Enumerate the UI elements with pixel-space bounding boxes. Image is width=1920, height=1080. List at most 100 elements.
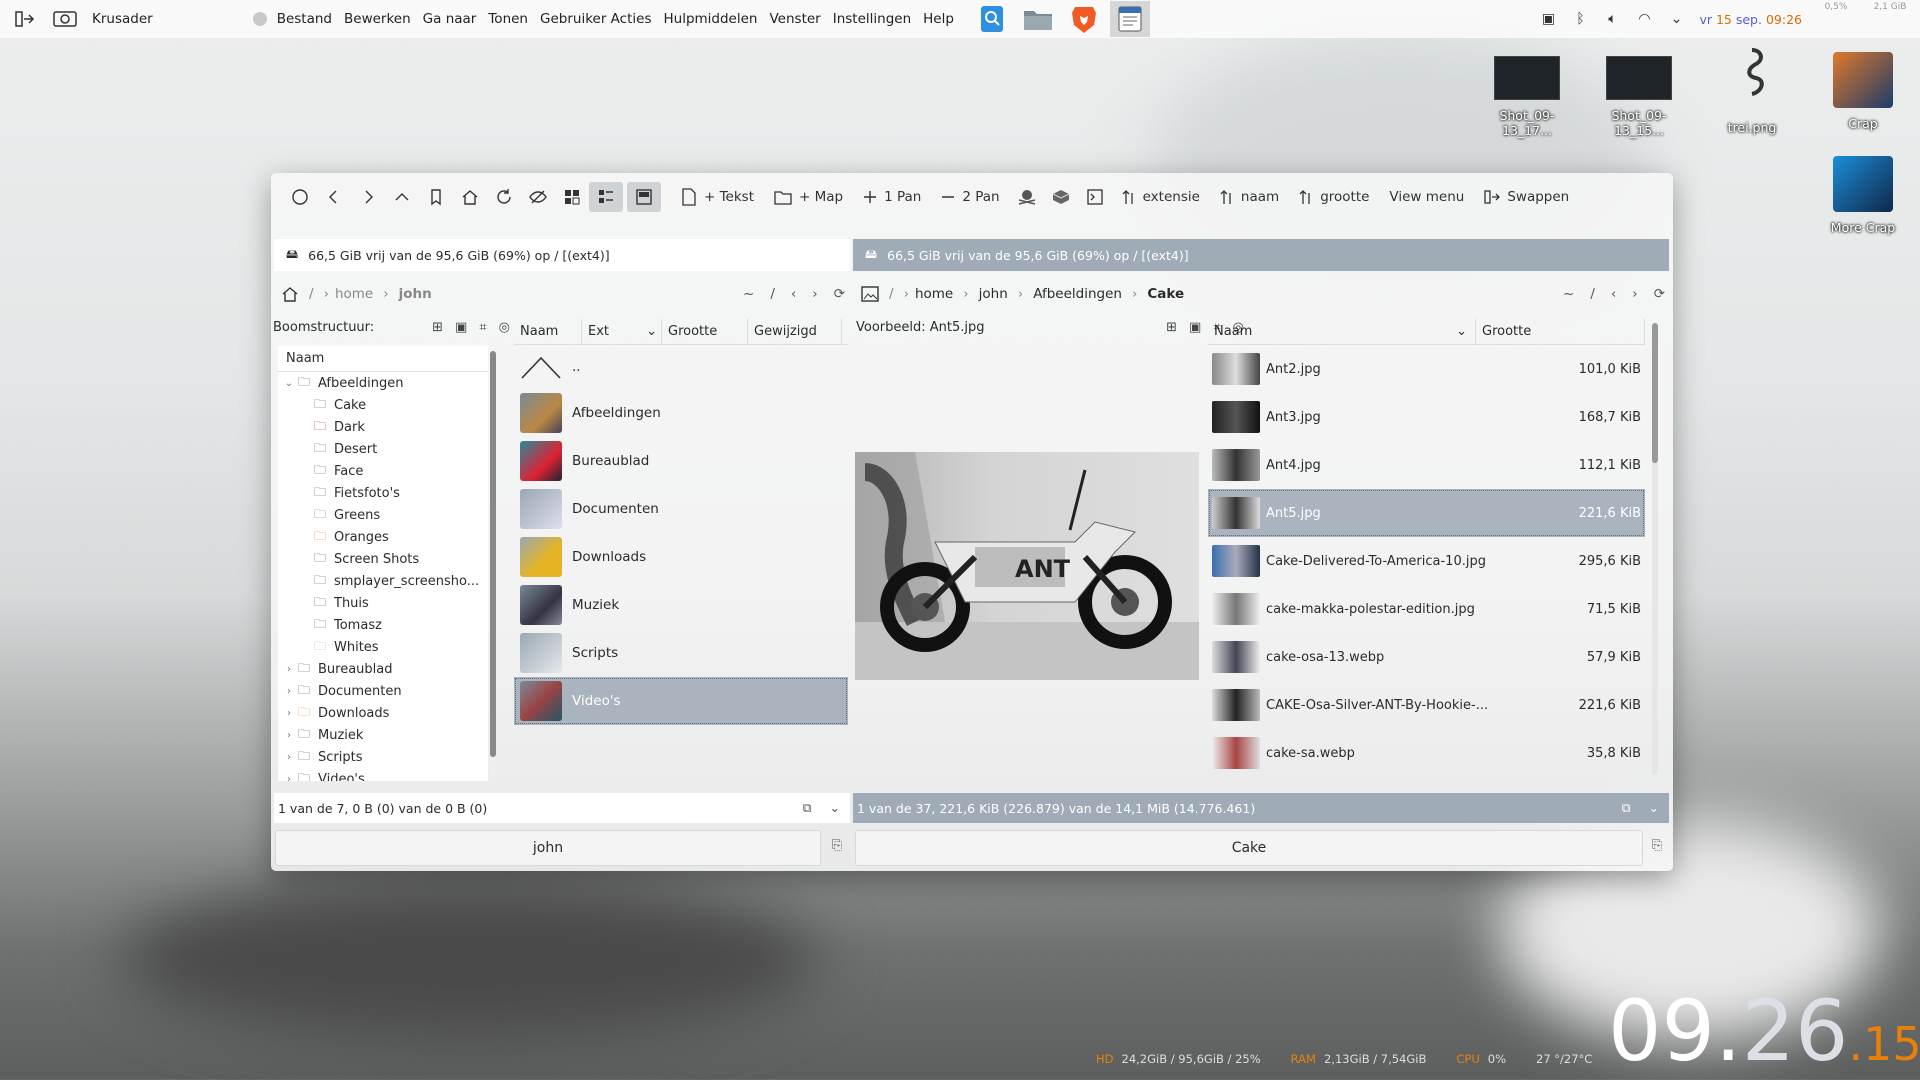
root-mode-icon[interactable] [1010,182,1044,212]
desktop-icon-more-crap[interactable]: More Crap [1813,156,1913,235]
breadcrumb-afbeeldingen[interactable]: Afbeeldingen [1033,286,1122,302]
tree-item[interactable]: ⌄ 🗀︎ Afbeeldingen [278,372,488,394]
new-text-button[interactable]: + Tekst [671,182,764,212]
clipboard-icon[interactable]: ▣ [1539,10,1557,28]
file-row[interactable]: cake-sa.webp 35,8 KiB [1208,729,1645,777]
launcher-krusader[interactable] [1109,1,1150,37]
file-row[interactable]: cake-makka-polestar-edition.jpg 71,5 KiB [1208,585,1645,633]
sort-size-button[interactable]: grootte [1289,182,1379,212]
tree-item[interactable]: 🗀︎ Whites [278,636,488,658]
breadcrumb-home[interactable]: home [335,286,373,302]
new-tab-icon[interactable]: ⎘ [1647,838,1667,858]
right-scrollbar-thumb[interactable] [1652,323,1658,463]
left-free-space-bar[interactable]: 🖴︎ 66,5 GiB vrij van de 95,6 GiB (69%) o… [274,239,850,271]
column-grootte[interactable]: Grootte [1476,319,1645,344]
file-row[interactable]: Scripts [514,629,848,677]
tree-item[interactable]: 🗀︎ Cake [278,394,488,416]
two-pane-button[interactable]: 2 Pan [931,182,1009,212]
copy-icon[interactable]: ⧉ [803,800,812,816]
root-shortcut-button[interactable]: / [1590,286,1595,302]
chevron-right-icon[interactable]: › [282,774,296,782]
menu-bestand[interactable]: Bestand [277,11,332,27]
forward-icon[interactable]: › [1632,286,1637,302]
refresh-icon[interactable] [487,182,521,212]
tree-item[interactable]: › 🗀︎ Documenten [278,680,488,702]
target-icon[interactable]: ◎ [499,320,510,335]
menu-venster[interactable]: Venster [769,11,820,27]
home-shortcut-button[interactable]: ~ [1563,286,1574,302]
view-menu-button[interactable]: View menu [1379,182,1474,212]
forward-icon[interactable]: › [812,286,817,302]
chevron-down-icon[interactable]: ⌄ [830,800,840,816]
tree-item[interactable]: 🗀︎ Face [278,460,488,482]
breadcrumb-john[interactable]: john [399,286,432,302]
home-icon[interactable] [453,182,487,212]
screenshot-icon[interactable] [52,6,78,32]
chevron-right-icon[interactable]: › [282,708,296,719]
tree-item[interactable]: 🗀︎ smplayer_screensho... [278,570,488,592]
breadcrumb-root[interactable]: / [309,286,314,302]
file-row[interactable]: Ant3.jpg 168,7 KiB [1208,393,1645,441]
breadcrumb-john[interactable]: john [979,286,1008,302]
chevron-down-icon[interactable]: ⌄ [282,378,296,389]
swap-panels-button[interactable]: Swappen [1474,182,1579,212]
tree-item[interactable]: › 🗀︎ Muziek [278,724,488,746]
sort-name-button[interactable]: naam [1210,182,1289,212]
column-gewijzigd[interactable]: Gewijzigd [748,319,842,344]
back-icon[interactable] [317,182,351,212]
file-row[interactable]: CAKE-Osa-Silver-ANT-By-Hookie-... 221,6 K… [1208,681,1645,729]
chevron-down-icon[interactable]: ⌄ [1649,800,1659,816]
volume-icon[interactable]: 🔈︎ [1603,10,1621,28]
up-icon[interactable] [385,182,419,212]
bookmark-icon[interactable] [419,182,453,212]
new-tab-icon[interactable]: ⎘ [827,838,847,858]
detail-view-icon[interactable] [589,182,623,212]
column-naam[interactable]: Naam ⌄ [1208,319,1476,344]
file-row[interactable]: Ant4.jpg 112,1 KiB [1208,441,1645,489]
menu-instellingen[interactable]: Instellingen [833,11,911,27]
copy-icon[interactable]: ⧉ [1622,800,1631,816]
back-icon[interactable]: ‹ [1611,286,1616,302]
panel-clock[interactable]: vr 15 sep. 09:26 [1699,12,1802,27]
preview-view-icon[interactable] [627,182,661,212]
tree-view-icon[interactable]: ⊞ [432,320,443,335]
file-row[interactable]: cake-osa-13.webp 57,9 KiB [1208,633,1645,681]
home-shortcut-button[interactable]: ~ [743,286,754,302]
home-icon[interactable] [281,286,299,302]
right-scrollbar[interactable] [1652,323,1658,775]
menu-hulpmiddelen[interactable]: Hulpmiddelen [663,11,757,27]
file-row[interactable]: Video's [514,677,848,725]
right-panel-button[interactable]: Cake [855,830,1643,866]
column-ext[interactable]: Ext ⌄ [582,319,662,344]
hidden-files-icon[interactable] [521,182,555,212]
back-icon[interactable]: ‹ [791,286,796,302]
column-grootte[interactable]: Grootte [662,319,748,344]
right-free-space-bar[interactable]: 🖴︎ 66,5 GiB vrij van de 95,6 GiB (69%) o… [853,239,1669,271]
image-folder-icon[interactable] [861,286,879,302]
circle-icon[interactable] [283,182,317,212]
tree-item[interactable]: 🗀︎ Greens [278,504,488,526]
tree-item[interactable]: 🗀︎ Screen Shots [278,548,488,570]
menu-gebruiker-acties[interactable]: Gebruiker Acties [540,11,651,27]
menu-help[interactable]: Help [923,11,954,27]
bluetooth-icon[interactable]: ᛒ [1571,10,1589,28]
sort-extension-button[interactable]: extensie [1112,182,1210,212]
menu-tonen[interactable]: Tonen [488,11,528,27]
file-row[interactable]: Muziek [514,581,848,629]
breadcrumb-home[interactable]: home [915,286,953,302]
chevron-right-icon[interactable]: › [282,752,296,763]
tree-item[interactable]: 🗀︎ Dark [278,416,488,438]
column-naam[interactable]: Naam [514,319,582,344]
tree-item[interactable]: › 🗀︎ Video's [278,768,488,782]
tree-scrollbar[interactable] [490,351,496,777]
chevron-down-icon[interactable]: ⌄ [1667,10,1685,28]
breadcrumb-root[interactable]: / [889,286,894,302]
file-row[interactable]: Bureaublad [514,437,848,485]
network-icon[interactable]: ◠ [1635,10,1653,28]
desktop-icon-crap[interactable]: Crap [1813,52,1913,131]
tree-item[interactable]: 🗀︎ Desert [278,438,488,460]
refresh-icon[interactable]: ⟳ [834,286,845,302]
desktop-icon-shot-1[interactable]: Shot_09-13_17... [1477,56,1577,138]
terminal-emulator-icon[interactable] [1044,182,1078,212]
application-launcher-icon[interactable] [12,6,38,32]
